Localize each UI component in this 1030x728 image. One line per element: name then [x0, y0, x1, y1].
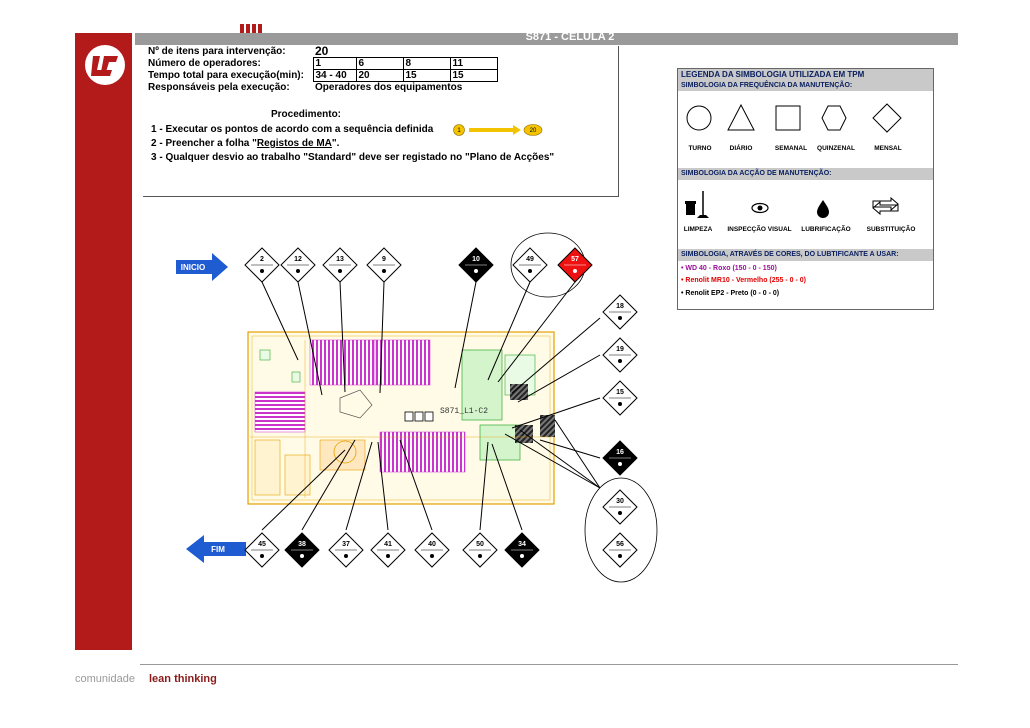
action-icon — [618, 462, 622, 466]
point-number: 2 — [260, 256, 264, 263]
point-number: 15 — [616, 389, 624, 396]
maintenance-route-diagram: INICIO FIM S871_L1-C2 2 12 13 9 10 49 57… — [176, 232, 658, 583]
start-label: INICIO — [181, 263, 205, 272]
point-number: 16 — [616, 449, 624, 456]
point-number: 19 — [616, 346, 624, 353]
point-number: 56 — [616, 541, 624, 548]
maintenance-point-50: 50 — [462, 532, 498, 568]
action-icon — [260, 269, 264, 273]
point-number: 57 — [571, 256, 579, 263]
point-number: 49 — [526, 256, 534, 263]
end-label: FIM — [211, 545, 225, 554]
action-icon — [344, 554, 348, 558]
action-icon — [618, 402, 622, 406]
action-icon — [338, 269, 342, 273]
maintenance-point-45: 45 — [244, 532, 280, 568]
action-icon — [260, 554, 264, 558]
maintenance-point-9: 9 — [366, 247, 402, 283]
maintenance-point-38: 38 — [284, 532, 320, 568]
maintenance-point-19: 19 — [602, 337, 638, 373]
point-number: 10 — [472, 256, 480, 263]
action-icon — [382, 269, 386, 273]
point-number: 13 — [336, 256, 344, 263]
action-icon — [300, 554, 304, 558]
maintenance-point-56: 56 — [602, 532, 638, 568]
point-number: 50 — [476, 541, 484, 548]
maintenance-point-13: 13 — [322, 247, 358, 283]
point-number: 40 — [428, 541, 436, 548]
point-number: 18 — [616, 303, 624, 310]
footer-brand: lean thinking — [149, 673, 217, 685]
point-number: 30 — [616, 498, 624, 505]
maintenance-point-40: 40 — [414, 532, 450, 568]
maintenance-point-12: 12 — [280, 247, 316, 283]
action-icon — [618, 511, 622, 515]
action-icon — [573, 269, 577, 273]
point-number: 38 — [298, 541, 306, 548]
layout-label: S871_L1-C2 — [440, 407, 488, 416]
action-icon — [474, 269, 478, 273]
point-number: 45 — [258, 541, 266, 548]
maintenance-point-15: 15 — [602, 380, 638, 416]
action-icon — [386, 554, 390, 558]
point-number: 12 — [294, 256, 302, 263]
maintenance-point-30: 30 — [602, 489, 638, 525]
maintenance-point-37: 37 — [328, 532, 364, 568]
maintenance-point-49: 49 — [512, 247, 548, 283]
action-icon — [528, 269, 532, 273]
floor-layout — [247, 331, 555, 505]
maintenance-point-41: 41 — [370, 532, 406, 568]
maintenance-point-34: 34 — [504, 532, 540, 568]
maintenance-point-57: 57 — [557, 247, 593, 283]
action-icon — [430, 554, 434, 558]
footer-community: comunidade — [75, 673, 135, 685]
action-icon — [618, 554, 622, 558]
action-icon — [618, 359, 622, 363]
action-icon — [296, 269, 300, 273]
maintenance-point-16: 16 — [602, 440, 638, 476]
action-icon — [618, 316, 622, 320]
point-number: 41 — [384, 541, 392, 548]
footer-divider — [140, 664, 958, 665]
maintenance-point-10: 10 — [458, 247, 494, 283]
point-number: 37 — [342, 541, 350, 548]
action-icon — [520, 554, 524, 558]
point-number: 34 — [518, 541, 526, 548]
maintenance-point-18: 18 — [602, 294, 638, 330]
point-number: 9 — [382, 256, 386, 263]
maintenance-point-2: 2 — [244, 247, 280, 283]
action-icon — [478, 554, 482, 558]
